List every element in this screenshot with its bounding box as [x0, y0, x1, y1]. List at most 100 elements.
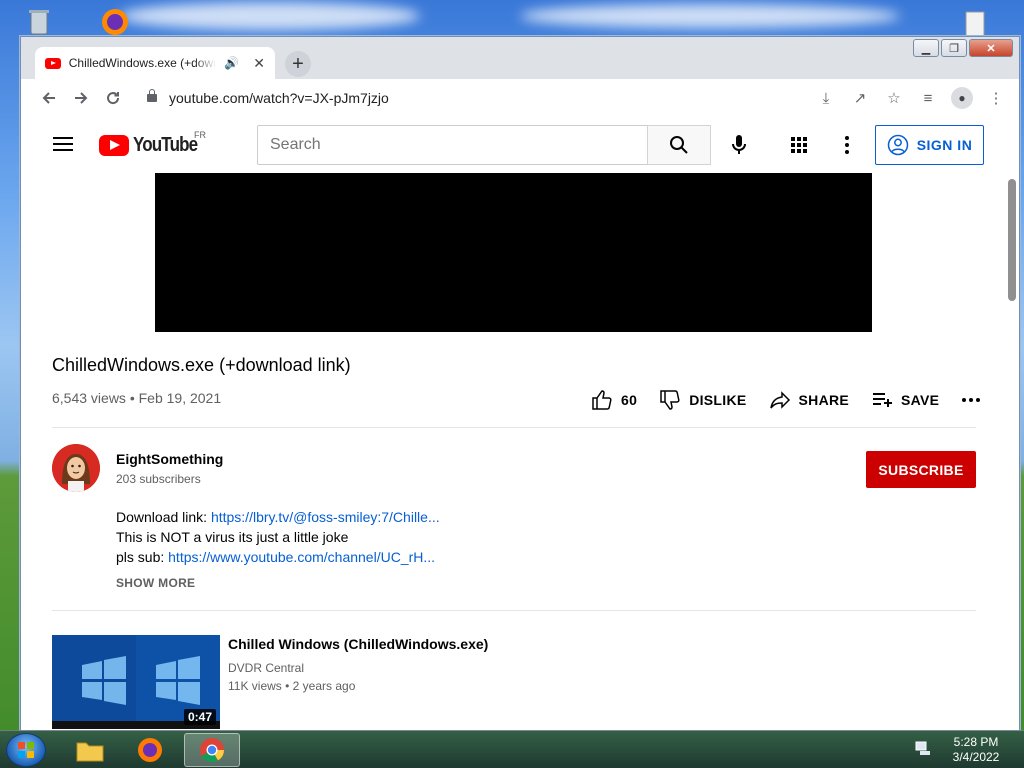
page-scrollbar[interactable] [1005, 173, 1019, 730]
more-actions-button[interactable] [961, 397, 981, 403]
channel-name[interactable]: EightSomething [116, 451, 223, 467]
microphone-icon [732, 135, 746, 154]
system-clock[interactable]: 5:28 PM 3/4/2022 [944, 735, 1008, 765]
start-button[interactable] [6, 733, 46, 767]
download-link[interactable]: https://lbry.tv/@foss-smiley:7/Chille... [211, 509, 440, 525]
sign-in-label: SIGN IN [916, 137, 973, 153]
network-icon[interactable] [914, 740, 932, 756]
chrome-icon [200, 738, 224, 763]
url-text[interactable]: youtube.com/watch?v=JX-pJm7jzjo [169, 90, 389, 106]
youtube-play-icon [99, 135, 129, 156]
recommended-channel-name[interactable]: DVDR Central [228, 661, 304, 675]
video-title: ChilledWindows.exe (+download link) [52, 355, 351, 375]
dislike-button[interactable]: DISLIKE [659, 389, 746, 411]
like-count: 60 [621, 392, 638, 408]
subscribe-button[interactable]: SUBSCRIBE [866, 451, 976, 488]
youtube-masthead: YouTube FR SIGN IN [21, 117, 1019, 173]
description-line: pls sub: https://www.youtube.com/channel… [116, 547, 440, 567]
description-line: Download link: https://lbry.tv/@foss-smi… [116, 507, 440, 527]
video-description: Download link: https://lbry.tv/@foss-smi… [116, 507, 440, 567]
more-vert-icon [845, 136, 849, 154]
windows-taskbar: 5:28 PM 3/4/2022 [0, 730, 1024, 768]
divider [52, 610, 976, 611]
browser-toolbar: youtube.com/watch?v=JX-pJm7jzjo ⤓ ↗ ☆ ≡ … [21, 79, 1019, 117]
description-text: pls sub: [116, 549, 169, 565]
dislike-label: DISLIKE [689, 392, 747, 408]
clock-time: 5:28 PM [953, 735, 999, 749]
save-label: SAVE [901, 392, 940, 408]
youtube-logo-text: YouTube [133, 134, 198, 156]
desktop-wallpaper-cloud [120, 2, 420, 30]
video-views-date: 6,543 views • Feb 19, 2021 [52, 390, 222, 406]
video-player[interactable] [155, 173, 872, 332]
like-button[interactable]: 60 [591, 389, 637, 411]
divider [52, 427, 976, 428]
firefox-desktop-icon[interactable] [98, 4, 132, 38]
channel-link[interactable]: https://www.youtube.com/channel/UC_rH... [168, 549, 435, 565]
guide-menu-icon[interactable] [53, 137, 73, 151]
profile-avatar-icon: ● [951, 87, 973, 109]
firefox-icon [138, 738, 162, 762]
file-explorer-taskbar-button[interactable] [62, 733, 118, 767]
voice-search-button[interactable] [727, 133, 751, 157]
forward-button[interactable] [65, 82, 97, 114]
scrollbar-thumb[interactable] [1008, 179, 1016, 301]
tab-strip: ChilledWindows.exe (+download link) 🔊 ✕ … [21, 37, 1019, 79]
share-page-icon[interactable]: ↗ [845, 83, 875, 113]
description-text: Download link: [116, 509, 211, 525]
subscriber-count: 203 subscribers [116, 472, 201, 486]
apps-button[interactable] [787, 133, 811, 157]
chrome-menu-icon[interactable]: ⋮ [981, 83, 1011, 113]
tab-title: ChilledWindows.exe (+download link) [68, 56, 217, 70]
country-code: FR [194, 130, 206, 140]
search-button[interactable] [647, 125, 711, 165]
thumbs-down-icon [660, 390, 680, 410]
recommended-video-title[interactable]: Chilled Windows (ChilledWindows.exe) [228, 636, 488, 652]
playlist-add-icon [873, 393, 893, 407]
audio-playing-icon[interactable]: 🔊 [224, 56, 239, 70]
share-label: SHARE [798, 392, 850, 408]
youtube-logo[interactable]: YouTube [99, 134, 209, 157]
install-app-icon[interactable]: ⤓ [811, 83, 841, 113]
address-bar[interactable]: youtube.com/watch?v=JX-pJm7jzjo [133, 83, 923, 113]
thumbs-up-icon [592, 390, 612, 410]
toolbar-actions: ⤓ ↗ ☆ ≡ ● ⋮ [811, 83, 1011, 113]
media-control-icon[interactable]: ≡ [913, 83, 943, 113]
chrome-taskbar-button[interactable] [184, 733, 240, 767]
more-horiz-icon [962, 398, 981, 402]
folder-icon [76, 742, 104, 762]
clock-date: 3/4/2022 [952, 750, 1000, 764]
bookmark-star-icon[interactable]: ☆ [879, 83, 909, 113]
video-duration: 0:47 [183, 709, 216, 725]
description-line: This is NOT a virus its just a little jo… [116, 529, 349, 545]
settings-more-button[interactable] [835, 133, 859, 157]
show-more-button[interactable]: SHOW MORE [116, 576, 195, 590]
channel-avatar[interactable] [52, 444, 100, 492]
tab-close-icon[interactable]: ✕ [253, 55, 265, 72]
save-button[interactable]: SAVE [871, 389, 939, 411]
recommended-video-meta: 11K views • 2 years ago [228, 679, 356, 693]
share-button[interactable]: SHARE [769, 389, 850, 411]
sign-in-button[interactable]: SIGN IN [875, 125, 984, 165]
reload-button[interactable] [97, 82, 129, 114]
forward-arrow-icon [75, 92, 88, 104]
desktop-wallpaper-cloud [520, 4, 900, 28]
back-button[interactable] [33, 82, 65, 114]
browser-tab[interactable]: ChilledWindows.exe (+download link) 🔊 ✕ [35, 47, 275, 79]
firefox-taskbar-button[interactable] [122, 733, 178, 767]
search-input[interactable] [257, 125, 648, 165]
windows-logo-icon [18, 742, 34, 758]
chrome-window: ▁ ❐ ✕ ChilledWindows.exe (+download link… [20, 36, 1020, 730]
reload-icon [107, 92, 120, 105]
youtube-favicon-icon [45, 57, 61, 69]
share-arrow-icon [769, 391, 790, 409]
lock-icon [147, 89, 157, 102]
search-icon [670, 136, 688, 154]
youtube-page: YouTube FR SIGN IN Ch [21, 117, 1019, 730]
channel-avatar-icon [52, 444, 100, 492]
new-tab-button[interactable]: + [285, 51, 311, 77]
profile-button[interactable]: ● [947, 83, 977, 113]
back-arrow-icon [42, 92, 55, 104]
recommended-video-thumbnail[interactable]: 0:47 [52, 635, 220, 729]
recycle-bin-icon[interactable] [22, 4, 56, 38]
